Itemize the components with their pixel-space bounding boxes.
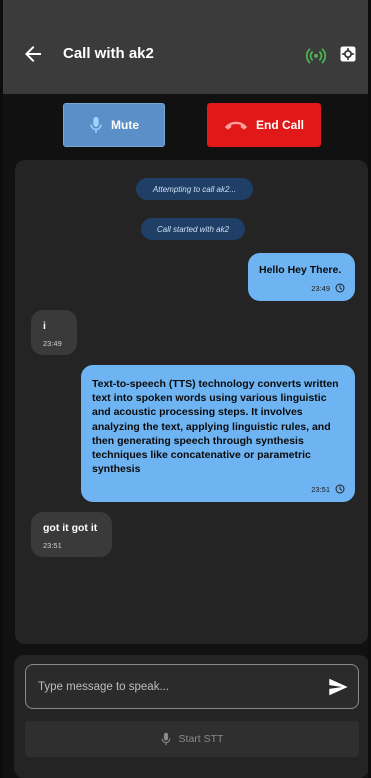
app-bar: Call with ak2 xyxy=(3,0,368,94)
start-stt-label: Start STT xyxy=(178,733,224,745)
message-time: 23:49 xyxy=(43,339,62,348)
call-controls: Mute End Call xyxy=(3,94,368,160)
clock-icon xyxy=(335,283,345,293)
message-text: i xyxy=(43,320,46,332)
message-input-wrapper xyxy=(25,664,359,709)
microphone-icon xyxy=(90,116,102,134)
mute-button[interactable]: Mute xyxy=(63,103,165,147)
microphone-icon xyxy=(161,732,170,746)
start-stt-button[interactable]: Start STT xyxy=(25,721,359,757)
call-screen: Call with ak2 Mute End Call Attempting t… xyxy=(3,0,368,778)
send-icon[interactable] xyxy=(326,676,350,698)
page-title: Call with ak2 xyxy=(63,45,154,62)
message-meta: 23:51 xyxy=(311,484,345,494)
system-message: Attempting to call ak2... xyxy=(136,178,253,200)
outgoing-message: Hello Hey There. 23:49 xyxy=(248,253,355,301)
outgoing-message: Text-to-speech (TTS) technology converts… xyxy=(81,365,355,502)
message-time: 23:51 xyxy=(311,484,330,494)
back-arrow-icon[interactable] xyxy=(21,42,45,66)
message-text: Hello Hey There. xyxy=(259,264,342,276)
gear-icon[interactable] xyxy=(339,45,357,63)
chat-log[interactable]: Attempting to call ak2... Call started w… xyxy=(15,160,368,644)
message-time: 23:51 xyxy=(43,541,62,550)
message-time: 23:49 xyxy=(311,283,330,293)
message-input[interactable] xyxy=(38,665,318,708)
signal-broadcast-icon xyxy=(305,48,327,64)
incoming-message: got it got it 23:51 xyxy=(31,512,112,557)
end-call-button-label: End Call xyxy=(255,118,304,132)
message-meta: 23:49 xyxy=(311,283,345,293)
end-call-button[interactable]: End Call xyxy=(207,103,321,147)
clock-icon xyxy=(335,484,345,494)
composer-panel: Start STT xyxy=(14,655,368,778)
system-message: Call started with ak2 xyxy=(141,218,245,240)
message-text: Text-to-speech (TTS) technology converts… xyxy=(92,378,339,476)
phone-hangup-icon xyxy=(224,121,248,130)
incoming-message: i 23:49 xyxy=(31,310,77,355)
mute-button-label: Mute xyxy=(111,118,139,132)
message-text: got it got it xyxy=(43,522,98,534)
